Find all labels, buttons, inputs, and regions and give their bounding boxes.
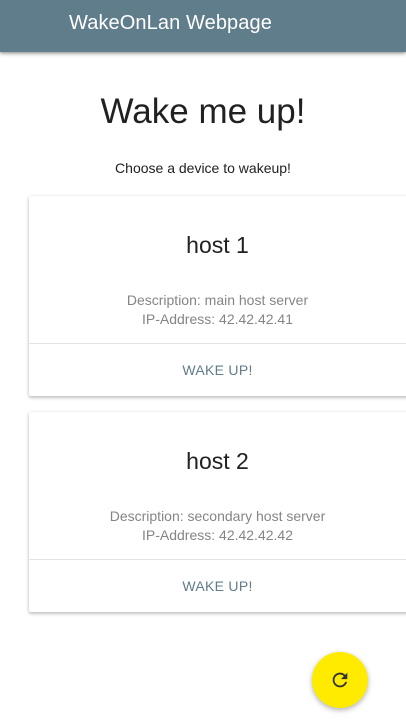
device-name: host 2 xyxy=(186,448,249,474)
app-bar: WakeOnLan Webpage xyxy=(0,0,406,52)
device-card-host-2: host 2 Description: secondary host serve… xyxy=(29,412,406,612)
app-root: WakeOnLan Webpage Wake me up! Choose a d… xyxy=(0,0,406,721)
device-description: Description: main host server xyxy=(126,292,309,308)
wake-up-button-host-2[interactable]: WAKE UP! xyxy=(29,560,406,612)
device-name: host 1 xyxy=(186,232,249,258)
wake-up-button-host-1[interactable]: WAKE UP! xyxy=(29,344,406,396)
refresh-icon xyxy=(329,669,351,691)
page-title: Wake me up! xyxy=(100,92,306,131)
device-ip-address: IP-Address: 42.42.42.41 xyxy=(142,311,293,327)
device-description: Description: secondary host server xyxy=(109,508,326,524)
device-card-host-1: host 1 Description: main host server IP-… xyxy=(29,196,406,396)
app-title: WakeOnLan Webpage xyxy=(69,12,272,34)
refresh-button[interactable] xyxy=(312,652,368,708)
page-subtitle: Choose a device to wakeup! xyxy=(115,160,291,176)
device-ip-address: IP-Address: 42.42.42.42 xyxy=(142,527,293,543)
